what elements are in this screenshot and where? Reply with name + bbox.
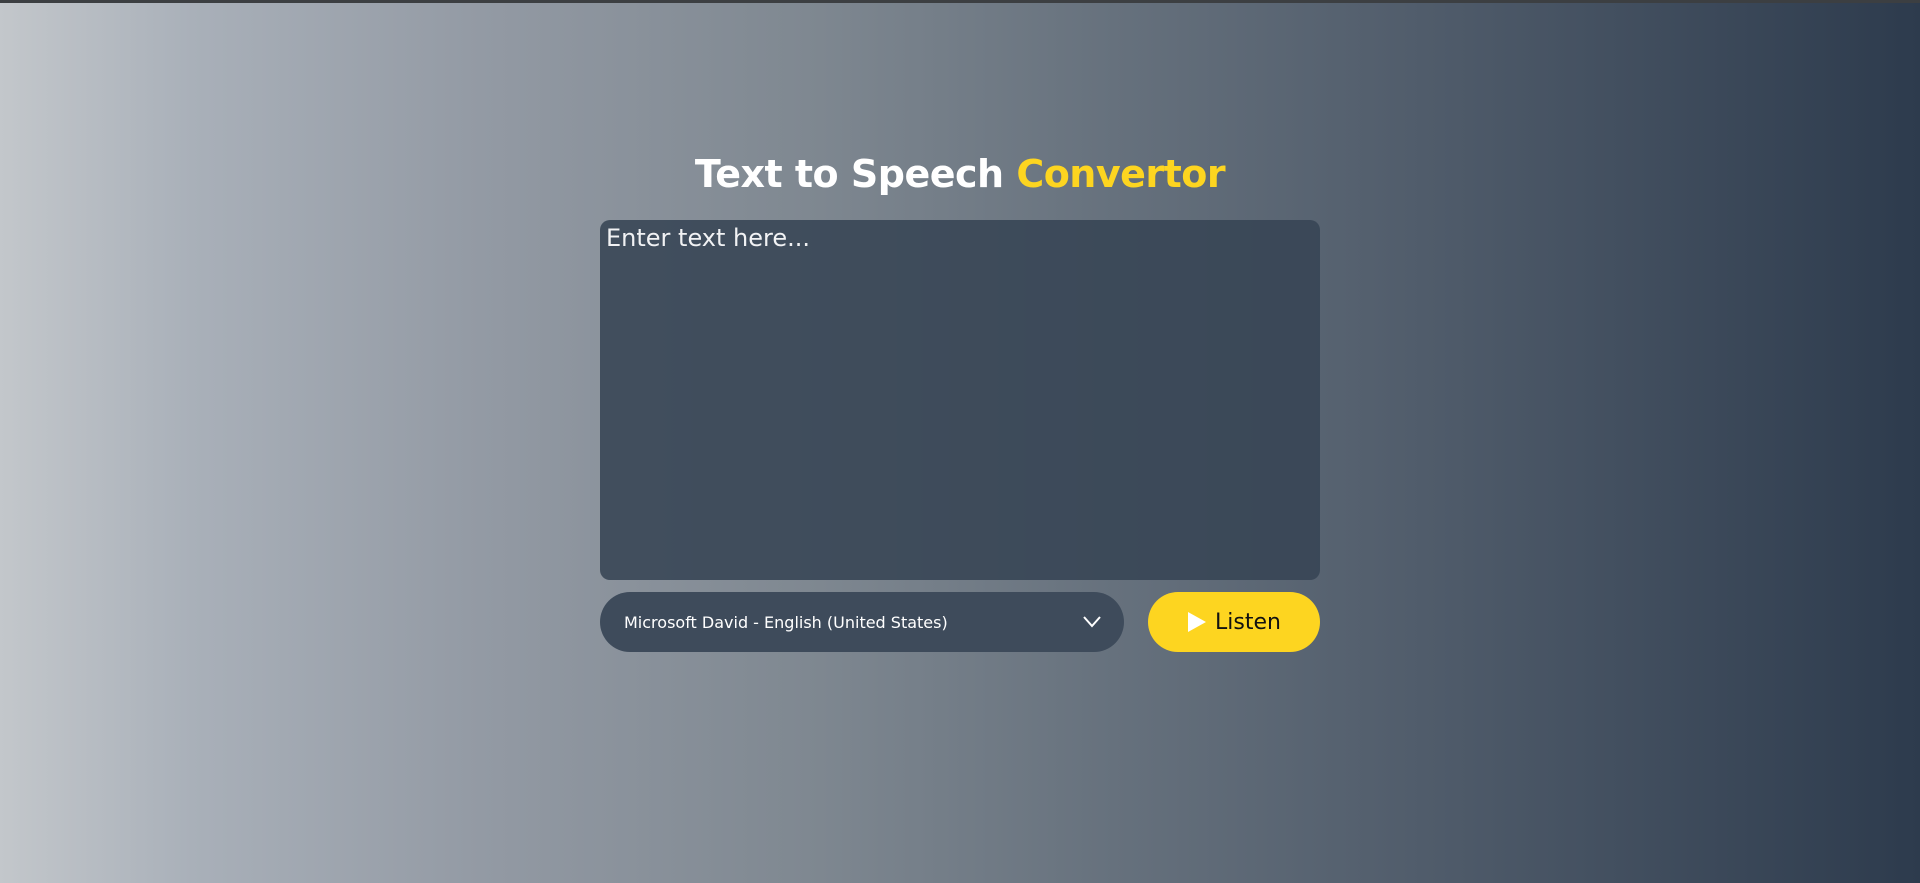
chevron-down-icon: [1083, 616, 1101, 628]
voice-select[interactable]: Microsoft David - English (United States…: [600, 592, 1124, 652]
text-input[interactable]: [600, 220, 1320, 580]
listen-button-label: Listen: [1215, 609, 1281, 635]
voice-select-value: Microsoft David - English (United States…: [624, 612, 948, 632]
page-title-main: Text to Speech: [694, 152, 1004, 196]
page-title-accent: Convertor: [1016, 152, 1226, 196]
play-icon: [1188, 612, 1207, 632]
page-title: Text to Speech Convertor: [600, 148, 1320, 200]
controls-row: Microsoft David - English (United States…: [600, 592, 1320, 652]
tts-container: Text to Speech Convertor Microsoft David…: [600, 148, 1320, 652]
listen-button[interactable]: Listen: [1148, 592, 1320, 652]
